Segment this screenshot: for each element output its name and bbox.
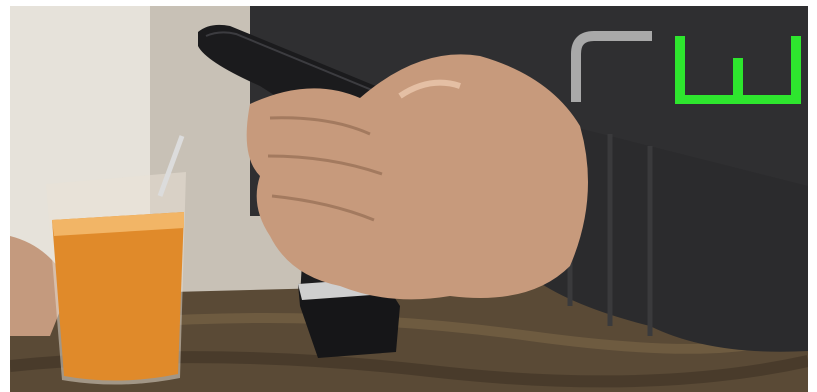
logo-letter-w: [675, 36, 801, 104]
photo: [10, 6, 808, 392]
logo-letter-r: [571, 31, 652, 102]
image-frame: [0, 0, 817, 392]
rw-logo: [571, 31, 801, 104]
right-hand: [246, 54, 588, 300]
